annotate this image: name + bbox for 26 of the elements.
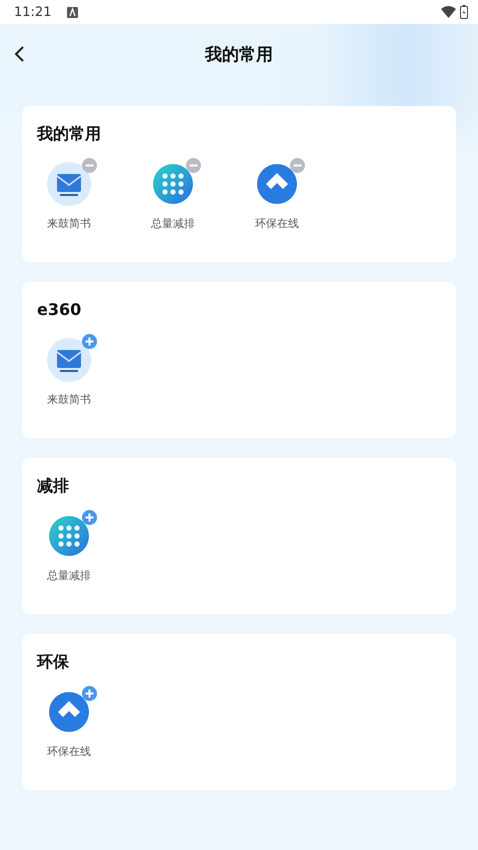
- battery-icon: [460, 5, 468, 19]
- app-label: 来鼓简书: [46, 216, 92, 231]
- remove-icon[interactable]: [290, 158, 305, 173]
- section-title: e360: [37, 299, 82, 321]
- section-title: 我的常用: [37, 123, 101, 145]
- app-label: 环保在线: [46, 744, 92, 759]
- dots-grid-app-icon[interactable]: [152, 163, 194, 205]
- diamond-app-icon[interactable]: [256, 163, 298, 205]
- diamond-app-icon[interactable]: [48, 691, 90, 733]
- dots-grid-app-icon[interactable]: [48, 515, 90, 557]
- wifi-icon: [441, 6, 456, 18]
- notification-icon: [67, 6, 78, 18]
- remove-icon[interactable]: [186, 158, 201, 173]
- app-label: 来鼓简书: [46, 392, 92, 407]
- section-title: 减排: [37, 475, 69, 497]
- mail-app-icon[interactable]: [46, 161, 92, 207]
- status-time: 11:21: [14, 4, 52, 20]
- page-title: 我的常用: [205, 44, 273, 66]
- add-icon[interactable]: [82, 686, 97, 701]
- add-icon[interactable]: [82, 334, 97, 349]
- add-icon[interactable]: [82, 510, 97, 525]
- app-label: 环保在线: [254, 216, 300, 231]
- section-title: 环保: [37, 651, 69, 673]
- mail-app-icon[interactable]: [46, 337, 92, 383]
- app-label: 总量减排: [150, 216, 196, 231]
- app-label: 总量减排: [46, 568, 92, 583]
